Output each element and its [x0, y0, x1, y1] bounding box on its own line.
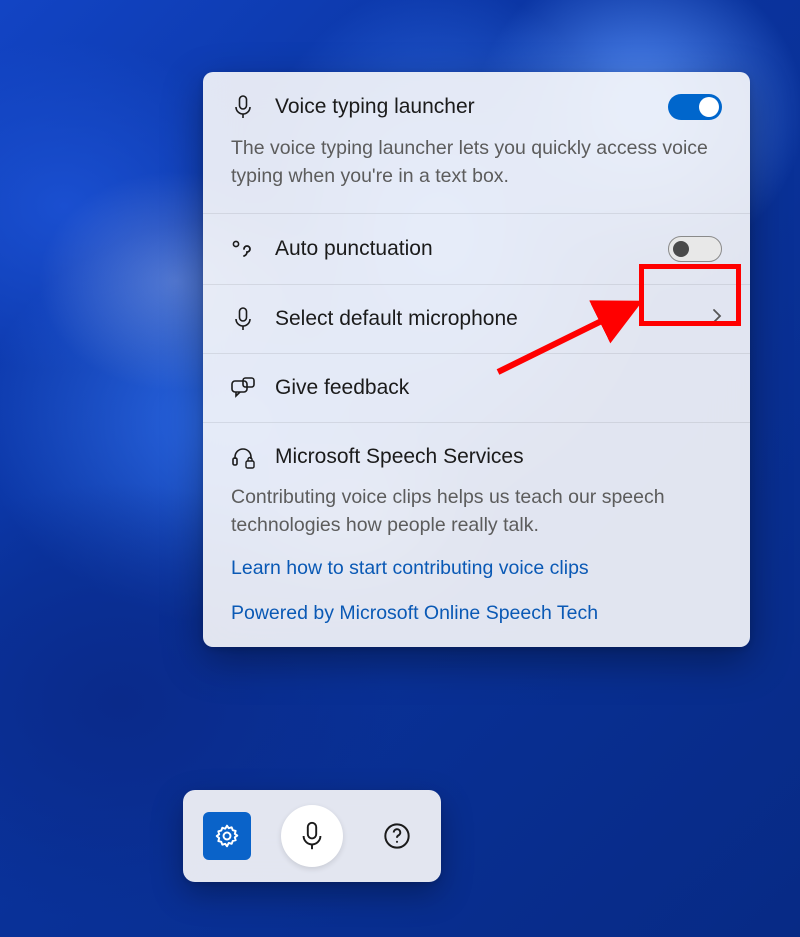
microphone-icon [231, 95, 255, 119]
settings-button[interactable] [203, 812, 251, 860]
headset-lock-icon [231, 445, 255, 469]
help-icon [383, 822, 411, 850]
feedback-icon [231, 377, 255, 399]
auto-punctuation-title: Auto punctuation [275, 237, 648, 261]
voice-typing-launcher-section: Voice typing launcher The voice typing l… [203, 72, 750, 214]
powered-by-link[interactable]: Powered by Microsoft Online Speech Tech [231, 602, 722, 625]
microphone-button[interactable] [281, 805, 343, 867]
punctuation-icon [231, 240, 255, 258]
learn-voice-clips-link[interactable]: Learn how to start contributing voice cl… [231, 557, 722, 580]
speech-services-section: Microsoft Speech Services Contributing v… [203, 423, 750, 648]
voice-typing-settings-panel: Voice typing launcher The voice typing l… [203, 72, 750, 647]
help-button[interactable] [373, 812, 421, 860]
give-feedback-row[interactable]: Give feedback [203, 354, 750, 423]
gear-icon [214, 823, 240, 849]
speech-services-description: Contributing voice clips helps us teach … [231, 483, 722, 540]
voice-typing-toolbar [183, 790, 441, 882]
voice-typing-launcher-title: Voice typing launcher [275, 95, 648, 119]
select-microphone-title: Select default microphone [275, 307, 692, 331]
speech-services-title: Microsoft Speech Services [275, 445, 722, 469]
microphone-icon [231, 307, 255, 331]
auto-punctuation-toggle[interactable] [668, 236, 722, 262]
select-microphone-row[interactable]: Select default microphone [203, 285, 750, 354]
give-feedback-title: Give feedback [275, 376, 722, 400]
voice-typing-launcher-description: The voice typing launcher lets you quick… [231, 134, 722, 191]
auto-punctuation-section: Auto punctuation [203, 214, 750, 285]
chevron-right-icon [712, 307, 722, 330]
voice-typing-launcher-toggle[interactable] [668, 94, 722, 120]
microphone-icon [300, 821, 324, 851]
